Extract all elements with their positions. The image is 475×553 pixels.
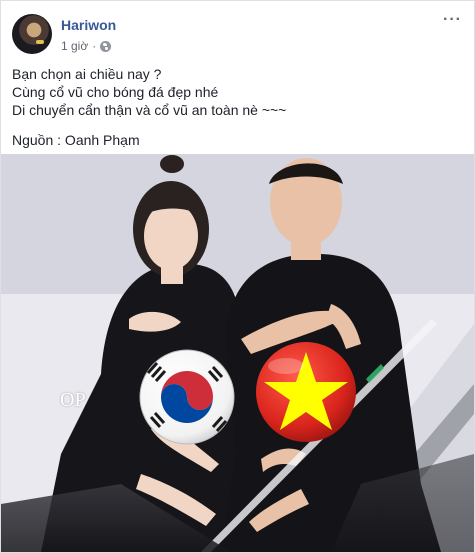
post-text: Bạn chọn ai chiều nay ? Cùng cổ vũ cho b… <box>12 65 462 149</box>
post-timestamp[interactable]: 1 giờ <box>61 39 88 53</box>
author-name[interactable]: Hariwon <box>61 17 116 33</box>
post-text-line: Di chuyển cẩn thận và cổ vũ an toàn nè ~… <box>12 102 287 118</box>
photo-illustration <box>1 154 474 552</box>
post-text-line: Bạn chọn ai chiều nay ? <box>12 66 162 82</box>
korea-flag-ball <box>139 349 235 445</box>
facebook-post: Hariwon 1 giờ · ··· Bạn chọn ai chiều na… <box>0 0 475 553</box>
post-photo[interactable]: OP <box>1 154 474 552</box>
post-meta: 1 giờ · <box>61 39 112 53</box>
vietnam-flag-ball <box>256 342 356 442</box>
post-text-line: Cùng cổ vũ cho bóng đá đẹp nhé <box>12 84 219 100</box>
globe-icon[interactable] <box>100 40 112 52</box>
author-avatar[interactable] <box>12 14 52 54</box>
post-header: Hariwon 1 giờ · ··· <box>1 1 474 59</box>
more-options-icon[interactable]: ··· <box>443 11 462 29</box>
post-source: Nguồn : Oanh Phạm <box>12 132 140 148</box>
photo-watermark: OP <box>60 389 86 411</box>
meta-separator: · <box>92 39 97 53</box>
